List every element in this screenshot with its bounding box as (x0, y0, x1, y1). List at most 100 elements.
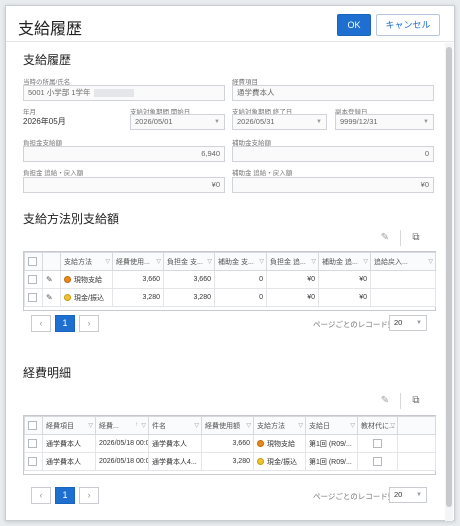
dialog-body[interactable]: 支給履歴 当時の所属/氏名 5001 小学部 1学年 経費項目 通学費本人 年月… (6, 43, 446, 521)
method-cell: 現物支給 (253, 434, 306, 453)
start-date-value: 2026/05/01 (135, 117, 173, 126)
cash-icon (257, 458, 264, 466)
sort-icon: ↑ (135, 422, 138, 428)
scrollbar-thumb[interactable] (446, 47, 452, 507)
end-date-field[interactable]: 2026/05/31 ▼ (232, 114, 327, 130)
subsidy-refund-label: 補助金 追給・戻入額 (232, 170, 293, 177)
column-header[interactable]: 支給方法 ▽ (60, 252, 113, 271)
column-header[interactable]: 追給戻入... ▽ (370, 252, 436, 271)
column-header[interactable]: 補助金 支... ▽ (214, 252, 267, 271)
page-size-label: ページごとのレコード数 (313, 492, 396, 501)
chevron-down-icon: ▼ (416, 320, 422, 326)
subsidy-refund-field: ¥0 (232, 177, 434, 193)
payday-cell: 第1回 (R09/... (305, 452, 358, 471)
subject-cell: 通学費本人4... (148, 452, 202, 471)
table-row[interactable]: 通学費本人 2026/05/18 00:0 通学費本人4... 3,280 現金… (24, 452, 436, 471)
column-header[interactable]: 支給方法 ▽ (253, 416, 306, 435)
amount-cell: 3,280 (201, 452, 254, 471)
page-size-select[interactable]: 20 ▼ (389, 315, 427, 331)
select-all-checkbox[interactable] (24, 252, 43, 271)
filter-icon: ▽ (311, 259, 316, 265)
revoke-date-field[interactable]: 9999/12/31 ▼ (335, 114, 434, 130)
column-header[interactable]: 経費使用額 ▽ (201, 416, 254, 435)
column-header[interactable]: 負担金 追... ▽ (266, 252, 319, 271)
filter-icon: ▽ (350, 423, 355, 429)
edit-column-header (42, 252, 61, 271)
dialog-title: 支給履歴 (18, 21, 83, 38)
column-header[interactable]: 経費使用... ▽ (112, 252, 164, 271)
burden-cell: 3,660 (163, 270, 215, 289)
filter-icon: ▽ (428, 259, 433, 265)
subsidy-cell: 0 (214, 270, 267, 289)
burden-cell: 3,280 (163, 288, 215, 307)
table-row[interactable]: 通学費本人 2026/05/18 00:0 通学費本人 3,660 現物支給 第… (24, 434, 436, 453)
toolbar-divider (400, 230, 401, 246)
material-checkbox[interactable] (357, 452, 398, 471)
filter-icon: ▽ (259, 259, 264, 265)
table-row[interactable]: ✎ 現物支給 3,660 3,660 0 ¥0 ¥0 (24, 270, 436, 289)
prev-page-button[interactable]: ‹ (31, 487, 51, 504)
payment-history-dialog: 支給履歴 OK キャンセル 支給履歴 当時の所属/氏名 5001 小学部 1学年… (5, 5, 455, 521)
filter-icon: ▽ (207, 259, 212, 265)
page-size-select[interactable]: 20 ▼ (389, 487, 427, 503)
page-button[interactable]: 1 (55, 315, 75, 332)
pencil-icon[interactable]: ✎ (378, 231, 392, 245)
next-page-button[interactable]: › (79, 487, 99, 504)
chevron-down-icon: ▼ (416, 492, 422, 498)
filter-icon: ▽ (141, 423, 146, 429)
column-header[interactable]: 補助金 追... ▽ (318, 252, 371, 271)
vertical-scrollbar[interactable] (445, 43, 453, 521)
burden-refund-cell: ¥0 (266, 288, 319, 307)
edit-row-button[interactable]: ✎ (42, 270, 61, 289)
prev-page-button[interactable]: ‹ (31, 315, 51, 332)
column-overflow (397, 416, 436, 435)
method-cell: 現金/振込 (60, 288, 113, 307)
method-cell: 現物支給 (60, 270, 113, 289)
export-icon[interactable]: ⧉ (409, 394, 423, 408)
amount-cell: 3,660 (201, 434, 254, 453)
burden-refund-cell: ¥0 (266, 270, 319, 289)
column-header[interactable]: 教材代に... ▽ (357, 416, 398, 435)
row-checkbox[interactable] (24, 452, 43, 471)
pencil-icon[interactable]: ✎ (378, 394, 392, 408)
select-all-checkbox[interactable] (24, 416, 43, 435)
date-cell: 2026/05/18 00:0 (95, 452, 149, 471)
cancel-button[interactable]: キャンセル (376, 14, 440, 36)
filter-icon: ▽ (156, 259, 161, 265)
table-row[interactable]: ✎ 現金/振込 3,280 3,280 0 ¥0 ¥0 (24, 288, 436, 307)
start-date-field[interactable]: 2026/05/01 ▼ (130, 114, 225, 130)
filter-icon: ▽ (390, 423, 395, 429)
extra-cell (370, 288, 436, 307)
burden-refund-label: 負担金 追給・戻入額 (23, 170, 84, 177)
details-title: 経費明細 (23, 366, 72, 380)
export-icon[interactable]: ⧉ (409, 231, 423, 245)
column-header[interactable]: 負担金 支... ▽ (163, 252, 215, 271)
overflow-cell (397, 434, 436, 453)
date-cell: 2026/05/18 00:0 (95, 434, 149, 453)
filter-icon: ▽ (298, 423, 303, 429)
toolbar-divider (400, 393, 401, 409)
revoke-date-value: 9999/12/31 (340, 117, 378, 126)
org-field: 5001 小学部 1学年 (23, 85, 225, 101)
expense-field: 通学費本人 (232, 85, 434, 101)
ok-button[interactable]: OK (337, 14, 371, 36)
page-button[interactable]: 1 (55, 487, 75, 504)
material-checkbox[interactable] (357, 434, 398, 453)
column-header[interactable]: 支給日 ▽ (305, 416, 358, 435)
row-checkbox[interactable] (24, 288, 43, 307)
method-cell: 現金/振込 (253, 452, 306, 471)
filter-icon: ▽ (246, 423, 251, 429)
column-header[interactable]: 経費... ↑ ▽ (95, 416, 149, 435)
subject-cell: 通学費本人 (148, 434, 202, 453)
item-cell: 通学費本人 (42, 452, 96, 471)
subsidy-cell: 0 (214, 288, 267, 307)
row-checkbox[interactable] (24, 270, 43, 289)
column-header[interactable]: 件名 ▽ (148, 416, 202, 435)
extra-cell (370, 270, 436, 289)
column-header[interactable]: 経費項目 ▽ (42, 416, 96, 435)
edit-row-button[interactable]: ✎ (42, 288, 61, 307)
next-page-button[interactable]: › (79, 315, 99, 332)
row-checkbox[interactable] (24, 434, 43, 453)
subsidy-refund-cell: ¥0 (318, 288, 371, 307)
subsidy-field: 0 (232, 146, 434, 162)
